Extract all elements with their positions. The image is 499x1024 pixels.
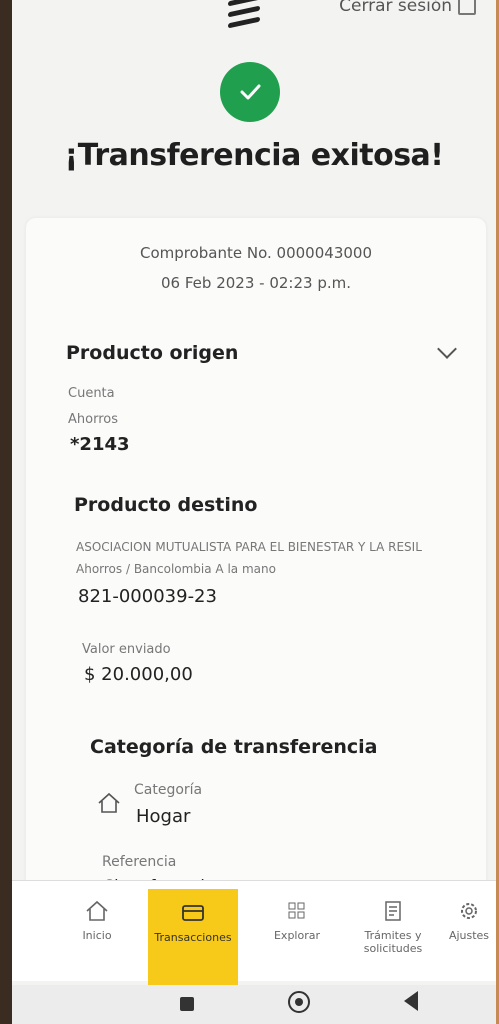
destination-section-title: Producto destino bbox=[74, 494, 258, 516]
check-icon bbox=[220, 62, 280, 122]
category-label: Categoría bbox=[134, 782, 203, 798]
category-section-title: Categoría de transferencia bbox=[90, 736, 378, 758]
origin-type-label: Cuenta bbox=[68, 386, 115, 401]
home-icon bbox=[96, 790, 122, 816]
nav-item-inicio[interactable]: Inicio bbox=[52, 899, 142, 942]
nav-item-transacciones[interactable]: Transacciones bbox=[148, 889, 238, 985]
category-value: Hogar bbox=[136, 806, 191, 827]
top-bar: Cerrar sesión bbox=[12, 0, 496, 40]
screen: Cerrar sesión ¡Transferencia exitosa! Co… bbox=[12, 0, 496, 1024]
nav-label-inicio: Inicio bbox=[82, 929, 112, 942]
bottom-navigation: Inicio Transacciones Explorar Trámites y… bbox=[12, 880, 496, 985]
nav-label-ajustes: Ajustes bbox=[448, 929, 490, 942]
transaction-datetime: 06 Feb 2023 - 02:23 p.m. bbox=[161, 274, 351, 292]
home-button-icon[interactable] bbox=[288, 991, 310, 1013]
amount-value: $ 20.000,00 bbox=[84, 664, 193, 685]
origin-subtype-label: Ahorros bbox=[68, 412, 118, 427]
bancolombia-logo-icon[interactable] bbox=[228, 0, 260, 29]
nav-label-transacciones: Transacciones bbox=[154, 931, 232, 944]
chevron-down-icon[interactable] bbox=[437, 339, 457, 359]
receipt-card: Comprobante No. 0000043000 06 Feb 2023 -… bbox=[26, 218, 486, 908]
nav-item-tramites[interactable]: Trámites y solicitudes bbox=[348, 899, 438, 955]
grid-icon bbox=[284, 899, 310, 923]
destination-account: 821-000039-23 bbox=[78, 586, 217, 607]
nav-item-ajustes[interactable]: Ajustes bbox=[442, 899, 496, 942]
logout-label: Cerrar sesión bbox=[339, 0, 452, 16]
origin-account: *2143 bbox=[70, 434, 130, 455]
logout-button[interactable]: Cerrar sesión bbox=[339, 0, 476, 16]
destination-type: Ahorros / Bancolombia A la mano bbox=[76, 562, 276, 576]
settings-icon bbox=[456, 899, 482, 923]
nav-label-explorar: Explorar bbox=[273, 929, 320, 942]
transactions-icon bbox=[180, 901, 206, 925]
back-icon[interactable] bbox=[404, 991, 418, 1011]
documents-icon bbox=[380, 899, 406, 923]
origin-section-title: Producto origen bbox=[66, 342, 239, 364]
system-navigation-bar bbox=[12, 985, 496, 1024]
nav-item-explorar[interactable]: Explorar bbox=[252, 899, 342, 942]
voucher-number: Comprobante No. 0000043000 bbox=[139, 244, 372, 262]
amount-label: Valor enviado bbox=[82, 642, 171, 657]
home-icon bbox=[84, 899, 110, 923]
page-title: ¡Transferencia exitosa! bbox=[64, 138, 444, 173]
logout-icon bbox=[458, 0, 476, 15]
reference-label: Referencia bbox=[102, 854, 177, 870]
destination-name: ASOCIACION MUTUALISTA PARA EL BIENESTAR … bbox=[76, 540, 422, 554]
recent-apps-icon[interactable] bbox=[180, 997, 194, 1011]
nav-label-tramites: Trámites y solicitudes bbox=[363, 929, 423, 955]
